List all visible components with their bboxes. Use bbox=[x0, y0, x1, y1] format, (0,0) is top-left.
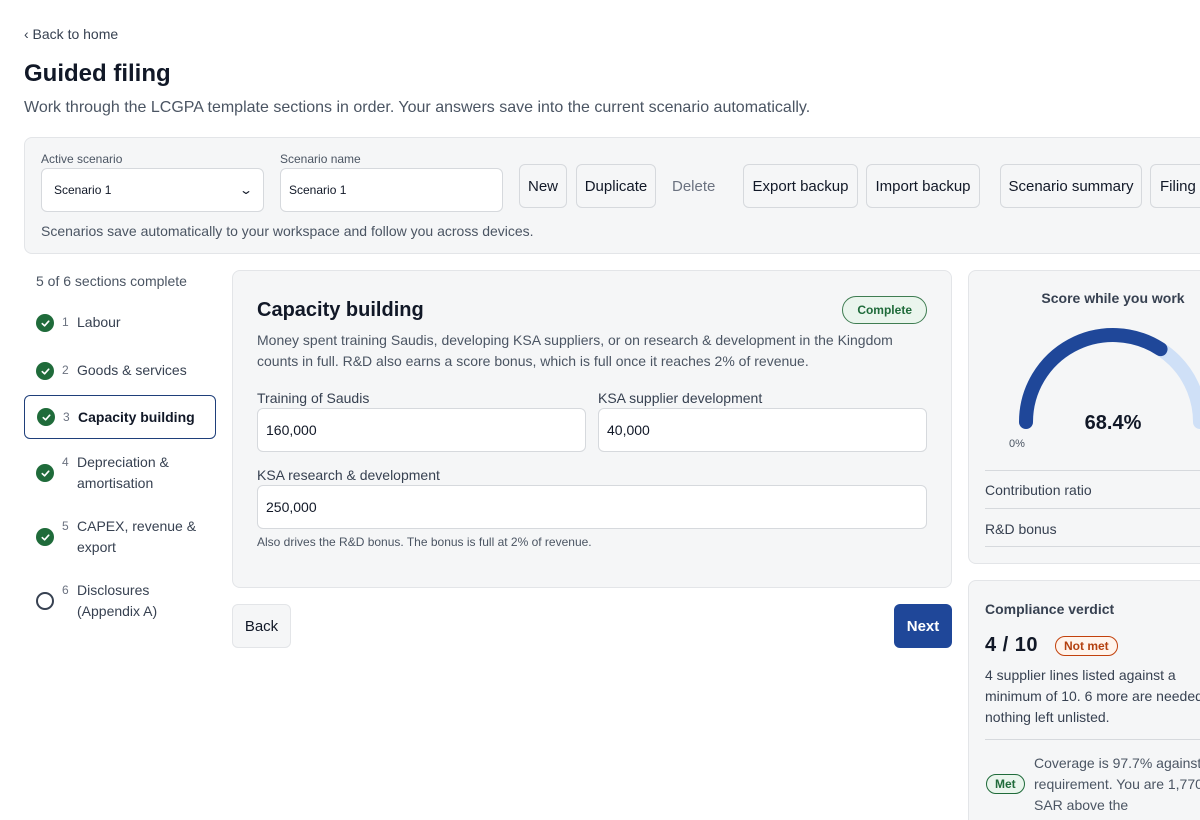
page-title: Guided filing bbox=[24, 60, 171, 87]
research-development-input[interactable]: 250,000 bbox=[257, 485, 927, 529]
scenario-summary-button[interactable]: Scenario summary bbox=[1000, 164, 1142, 208]
step-label: Disclosures (Appendix A) bbox=[77, 582, 158, 619]
autosave-note: Scenarios save automatically to your wor… bbox=[41, 223, 534, 239]
score-title: Score while you work bbox=[1041, 290, 1185, 306]
step-number: 1 bbox=[62, 315, 69, 329]
progress-text: 5 of 6 sections complete bbox=[36, 273, 187, 289]
check-circle-icon bbox=[36, 362, 54, 380]
page-description: Work through the LCGPA template sections… bbox=[24, 99, 811, 116]
step-goods-services[interactable]: 2 Goods & services bbox=[24, 360, 216, 381]
scenario-name-label: Scenario name bbox=[280, 152, 361, 166]
step-number: 6 bbox=[62, 583, 69, 597]
import-backup-button[interactable]: Import backup bbox=[866, 164, 980, 208]
gauge-track bbox=[1019, 328, 1200, 429]
new-scenario-button[interactable]: New bbox=[519, 164, 567, 208]
step-labour[interactable]: 1 Labour bbox=[24, 312, 216, 333]
contribution-ratio-row: Contribution ratio 6 bbox=[985, 470, 1200, 508]
active-scenario-select[interactable]: Scenario 1 ⌄ bbox=[41, 168, 264, 212]
section-title: Capacity building bbox=[257, 299, 424, 321]
check-circle-icon bbox=[36, 314, 54, 332]
check-circle-icon bbox=[36, 464, 54, 482]
step-label: Capacity building bbox=[78, 408, 195, 425]
step-number: 4 bbox=[62, 455, 69, 469]
step-number: 5 bbox=[62, 519, 69, 533]
step-number: 3 bbox=[63, 410, 70, 424]
next-button[interactable]: Next bbox=[894, 604, 952, 648]
check-circle-icon bbox=[37, 408, 55, 426]
not-met-badge: Not met bbox=[1055, 636, 1118, 656]
step-number: 2 bbox=[62, 363, 69, 377]
step-capacity-building[interactable]: 3 Capacity building bbox=[24, 395, 216, 439]
rnd-bonus-row: R&D bonus bbox=[985, 508, 1200, 547]
rnd-help-text: Also drives the R&D bonus. The bonus is … bbox=[257, 535, 592, 549]
check-circle-icon bbox=[36, 528, 54, 546]
chevron-down-icon: ⌄ bbox=[238, 183, 254, 197]
filing-pack-button[interactable]: Filing p bbox=[1150, 164, 1200, 208]
training-saudis-label: Training of Saudis bbox=[257, 390, 370, 406]
step-label: Goods & services bbox=[77, 362, 187, 378]
research-development-label: KSA research & development bbox=[257, 467, 440, 483]
active-scenario-value: Scenario 1 bbox=[54, 183, 112, 197]
complete-badge: Complete bbox=[842, 296, 927, 324]
duplicate-scenario-button[interactable]: Duplicate bbox=[576, 164, 656, 208]
contribution-ratio-label: Contribution ratio bbox=[985, 482, 1092, 498]
verdict-text: 4 supplier lines listed against a minimu… bbox=[985, 667, 1200, 725]
step-disclosures[interactable]: 6 Disclosures (Appendix A) bbox=[24, 580, 216, 622]
verdict-title: Compliance verdict bbox=[985, 601, 1115, 617]
met-badge: Met bbox=[986, 774, 1025, 794]
verdict-divider bbox=[985, 739, 1200, 740]
back-to-home-link[interactable]: ‹ Back to home bbox=[24, 26, 118, 42]
training-saudis-input[interactable]: 160,000 bbox=[257, 408, 586, 452]
step-label: CAPEX, revenue & export bbox=[77, 518, 197, 555]
export-backup-button[interactable]: Export backup bbox=[743, 164, 858, 208]
scenario-name-input[interactable]: Scenario 1 bbox=[280, 168, 503, 212]
gauge-fill bbox=[1019, 328, 1168, 429]
score-card: Score while you work 68.4% 0% 100 Contri… bbox=[968, 270, 1200, 564]
active-scenario-label: Active scenario bbox=[41, 152, 123, 166]
score-value: 68.4% bbox=[1084, 412, 1142, 434]
coverage-text: Coverage is 97.7% against 70% requiremen… bbox=[1034, 755, 1200, 813]
verdict-count: 4 / 10 bbox=[985, 634, 1039, 656]
back-button[interactable]: Back bbox=[232, 604, 291, 648]
supplier-development-label: KSA supplier development bbox=[598, 390, 763, 406]
capacity-building-card: Capacity building Complete Money spent t… bbox=[232, 270, 952, 588]
delete-scenario-button[interactable]: Delete bbox=[672, 164, 715, 208]
supplier-development-input[interactable]: 40,000 bbox=[598, 408, 927, 452]
compliance-verdict-card: Compliance verdict 4 / 10 Not met 4 supp… bbox=[968, 580, 1200, 820]
section-description: Money spent training Saudis, developing … bbox=[257, 332, 893, 369]
empty-circle-icon bbox=[36, 592, 54, 610]
step-capex-revenue-export[interactable]: 5 CAPEX, revenue & export bbox=[24, 516, 216, 558]
scenario-bar: Active scenario Scenario 1 ⌄ Scenario na… bbox=[24, 137, 1200, 254]
gauge-min-label: 0% bbox=[1009, 438, 1025, 450]
step-label: Depreciation & amortisation bbox=[77, 454, 169, 491]
step-label: Labour bbox=[77, 314, 121, 330]
step-depreciation[interactable]: 4 Depreciation & amortisation bbox=[24, 452, 216, 494]
rnd-bonus-label: R&D bonus bbox=[985, 521, 1057, 537]
